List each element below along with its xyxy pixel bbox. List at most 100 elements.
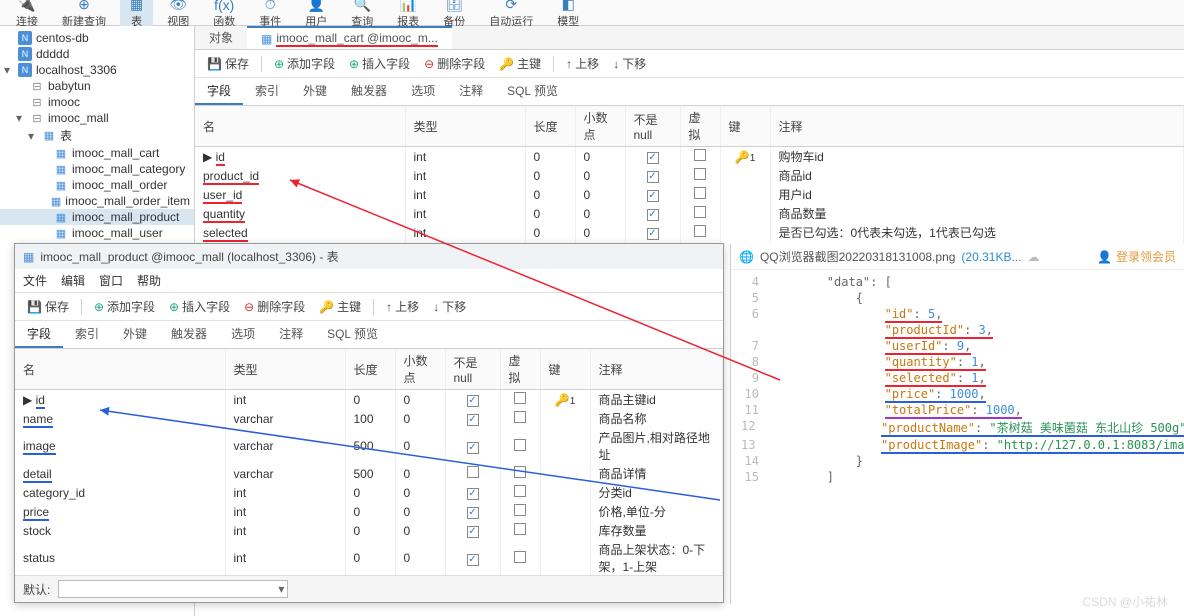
add-field-button[interactable]: ⊕添加字段 — [88, 296, 161, 317]
subtab-索引[interactable]: 索引 — [63, 321, 111, 348]
move-up-button[interactable]: ↑ 上移 — [560, 53, 605, 74]
move-up-button[interactable]: ↑ 上移 — [380, 296, 425, 317]
col-not_null[interactable]: 不是 null — [445, 349, 500, 390]
col-decimals[interactable]: 小数点 — [575, 106, 625, 147]
subtab-索引[interactable]: 索引 — [243, 78, 291, 105]
col-name[interactable]: 名 — [15, 349, 225, 390]
tree-item[interactable]: ▾Nlocalhost_3306 — [0, 62, 194, 78]
tree-toggle-icon[interactable]: ▾ — [16, 111, 26, 125]
toolbar-新建查询[interactable]: ⊕新建查询 — [52, 0, 116, 29]
table-row[interactable]: quantityint00✓商品数量 — [195, 204, 1184, 223]
default-combo[interactable] — [58, 580, 288, 598]
checkbox[interactable]: ✓ — [647, 171, 659, 183]
save-button[interactable]: 💾保存 — [21, 296, 75, 317]
tree-item[interactable]: ▦imooc_mall_user — [0, 225, 194, 241]
subtab-注释[interactable]: 注释 — [267, 321, 315, 348]
tree-item[interactable]: ▾⊟imooc_mall — [0, 110, 194, 126]
toolbar-表[interactable]: ▦表 — [120, 0, 153, 29]
col-key[interactable]: 键 — [720, 106, 770, 147]
chevron-down-icon[interactable]: ▾ — [278, 582, 284, 596]
checkbox[interactable]: ✓ — [467, 442, 479, 454]
insert-field-button[interactable]: ⊕插入字段 — [163, 296, 236, 317]
checkbox[interactable]: ✓ — [467, 526, 479, 538]
subtab-选项[interactable]: 选项 — [399, 78, 447, 105]
tab-objects[interactable]: 对象 — [195, 26, 247, 49]
move-down-button[interactable]: ↓ 下移 — [427, 296, 472, 317]
col-comment[interactable]: 注释 — [770, 106, 1184, 147]
col-type[interactable]: 类型 — [405, 106, 525, 147]
subtab-触发器[interactable]: 触发器 — [159, 321, 219, 348]
checkbox[interactable] — [514, 485, 526, 497]
checkbox[interactable] — [467, 466, 479, 478]
tree-toggle-icon[interactable]: ▾ — [4, 63, 14, 77]
table-row[interactable]: product_idint00✓商品id — [195, 166, 1184, 185]
checkbox[interactable]: ✓ — [647, 228, 659, 240]
subtab-SQL 预览[interactable]: SQL 预览 — [315, 321, 390, 348]
checkbox[interactable]: ✓ — [467, 395, 479, 407]
table-row[interactable]: category_idint00✓分类id — [15, 483, 723, 502]
menu-帮助[interactable]: 帮助 — [137, 272, 161, 289]
subtab-SQL 预览[interactable]: SQL 预览 — [495, 78, 570, 105]
table-row[interactable]: user_idint00✓用户id — [195, 185, 1184, 204]
tree-item[interactable]: ▦imooc_mall_category — [0, 161, 194, 177]
menu-编辑[interactable]: 编辑 — [61, 272, 85, 289]
col-not_null[interactable]: 不是 null — [625, 106, 680, 147]
toolbar-报表[interactable]: 📊报表 — [387, 0, 429, 29]
col-key[interactable]: 键 — [540, 349, 590, 390]
checkbox[interactable] — [514, 504, 526, 516]
delete-field-button[interactable]: ⊖删除字段 — [418, 53, 491, 74]
tree-item[interactable]: ⊟imooc — [0, 94, 194, 110]
toolbar-自动运行[interactable]: ⟳自动运行 — [479, 0, 543, 29]
toolbar-视图[interactable]: 👁视图 — [157, 0, 199, 29]
toolbar-查询[interactable]: 🔍查询 — [341, 0, 383, 29]
primary-key-button[interactable]: 🔑主键 — [313, 296, 367, 317]
table-row[interactable]: priceint00✓价格,单位-分 — [15, 502, 723, 521]
col-type[interactable]: 类型 — [225, 349, 345, 390]
col-virtual[interactable]: 虚拟 — [680, 106, 720, 147]
tree-toggle-icon[interactable]: ▾ — [28, 129, 38, 143]
tree-item[interactable]: ▦imooc_mall_cart — [0, 145, 194, 161]
toolbar-模型[interactable]: ◧模型 — [547, 0, 589, 29]
col-name[interactable]: 名 — [195, 106, 405, 147]
tree-item[interactable]: ⊟babytun — [0, 78, 194, 94]
col-length[interactable]: 长度 — [345, 349, 395, 390]
tree-item[interactable]: ▦imooc_mall_product — [0, 209, 194, 225]
toolbar-用户[interactable]: 👤用户 — [295, 0, 337, 29]
checkbox[interactable]: ✓ — [467, 507, 479, 519]
table-row[interactable]: selectedint00✓是否已勾选：0代表未勾选，1代表已勾选 — [195, 223, 1184, 242]
toolbar-连接[interactable]: 🔌连接 — [6, 0, 48, 29]
subtab-触发器[interactable]: 触发器 — [339, 78, 399, 105]
checkbox[interactable] — [694, 206, 706, 218]
tree-item[interactable]: Ncentos-db — [0, 30, 194, 46]
toolbar-事件[interactable]: ⏱事件 — [249, 0, 291, 29]
checkbox[interactable] — [514, 466, 526, 478]
subtab-外键[interactable]: 外键 — [111, 321, 159, 348]
checkbox[interactable] — [694, 168, 706, 180]
subtab-选项[interactable]: 选项 — [219, 321, 267, 348]
login-link[interactable]: 👤 登录领会员 — [1097, 248, 1176, 265]
table-row[interactable]: ▶ idint00✓🔑1商品主键id — [15, 390, 723, 410]
table-row[interactable]: detailvarchar5000商品详情 — [15, 464, 723, 483]
checkbox[interactable] — [694, 187, 706, 199]
insert-field-button[interactable]: ⊕插入字段 — [343, 53, 416, 74]
toolbar-函数[interactable]: f(x)函数 — [203, 0, 245, 29]
table-row[interactable]: namevarchar1000✓商品名称 — [15, 409, 723, 428]
tree-item[interactable]: ▦imooc_mall_order_item — [0, 193, 194, 209]
tree-item[interactable]: ▦imooc_mall_order — [0, 177, 194, 193]
save-button[interactable]: 💾保存 — [201, 53, 255, 74]
menu-窗口[interactable]: 窗口 — [99, 272, 123, 289]
checkbox[interactable]: ✓ — [647, 190, 659, 202]
cloud-icon[interactable]: ☁ — [1027, 250, 1039, 264]
add-field-button[interactable]: ⊕添加字段 — [268, 53, 341, 74]
checkbox[interactable]: ✓ — [467, 488, 479, 500]
menu-文件[interactable]: 文件 — [23, 272, 47, 289]
table-row[interactable]: ▶ idint00✓🔑1购物车id — [195, 147, 1184, 167]
table-row[interactable]: imagevarchar5000✓产品图片,相对路径地址 — [15, 428, 723, 464]
subtab-注释[interactable]: 注释 — [447, 78, 495, 105]
col-comment[interactable]: 注释 — [590, 349, 723, 390]
checkbox[interactable] — [514, 523, 526, 535]
delete-field-button[interactable]: ⊖删除字段 — [238, 296, 311, 317]
tab-cart-structure[interactable]: ▦ imooc_mall_cart @imooc_m... — [247, 26, 452, 49]
checkbox[interactable]: ✓ — [647, 209, 659, 221]
checkbox[interactable]: ✓ — [647, 152, 659, 164]
